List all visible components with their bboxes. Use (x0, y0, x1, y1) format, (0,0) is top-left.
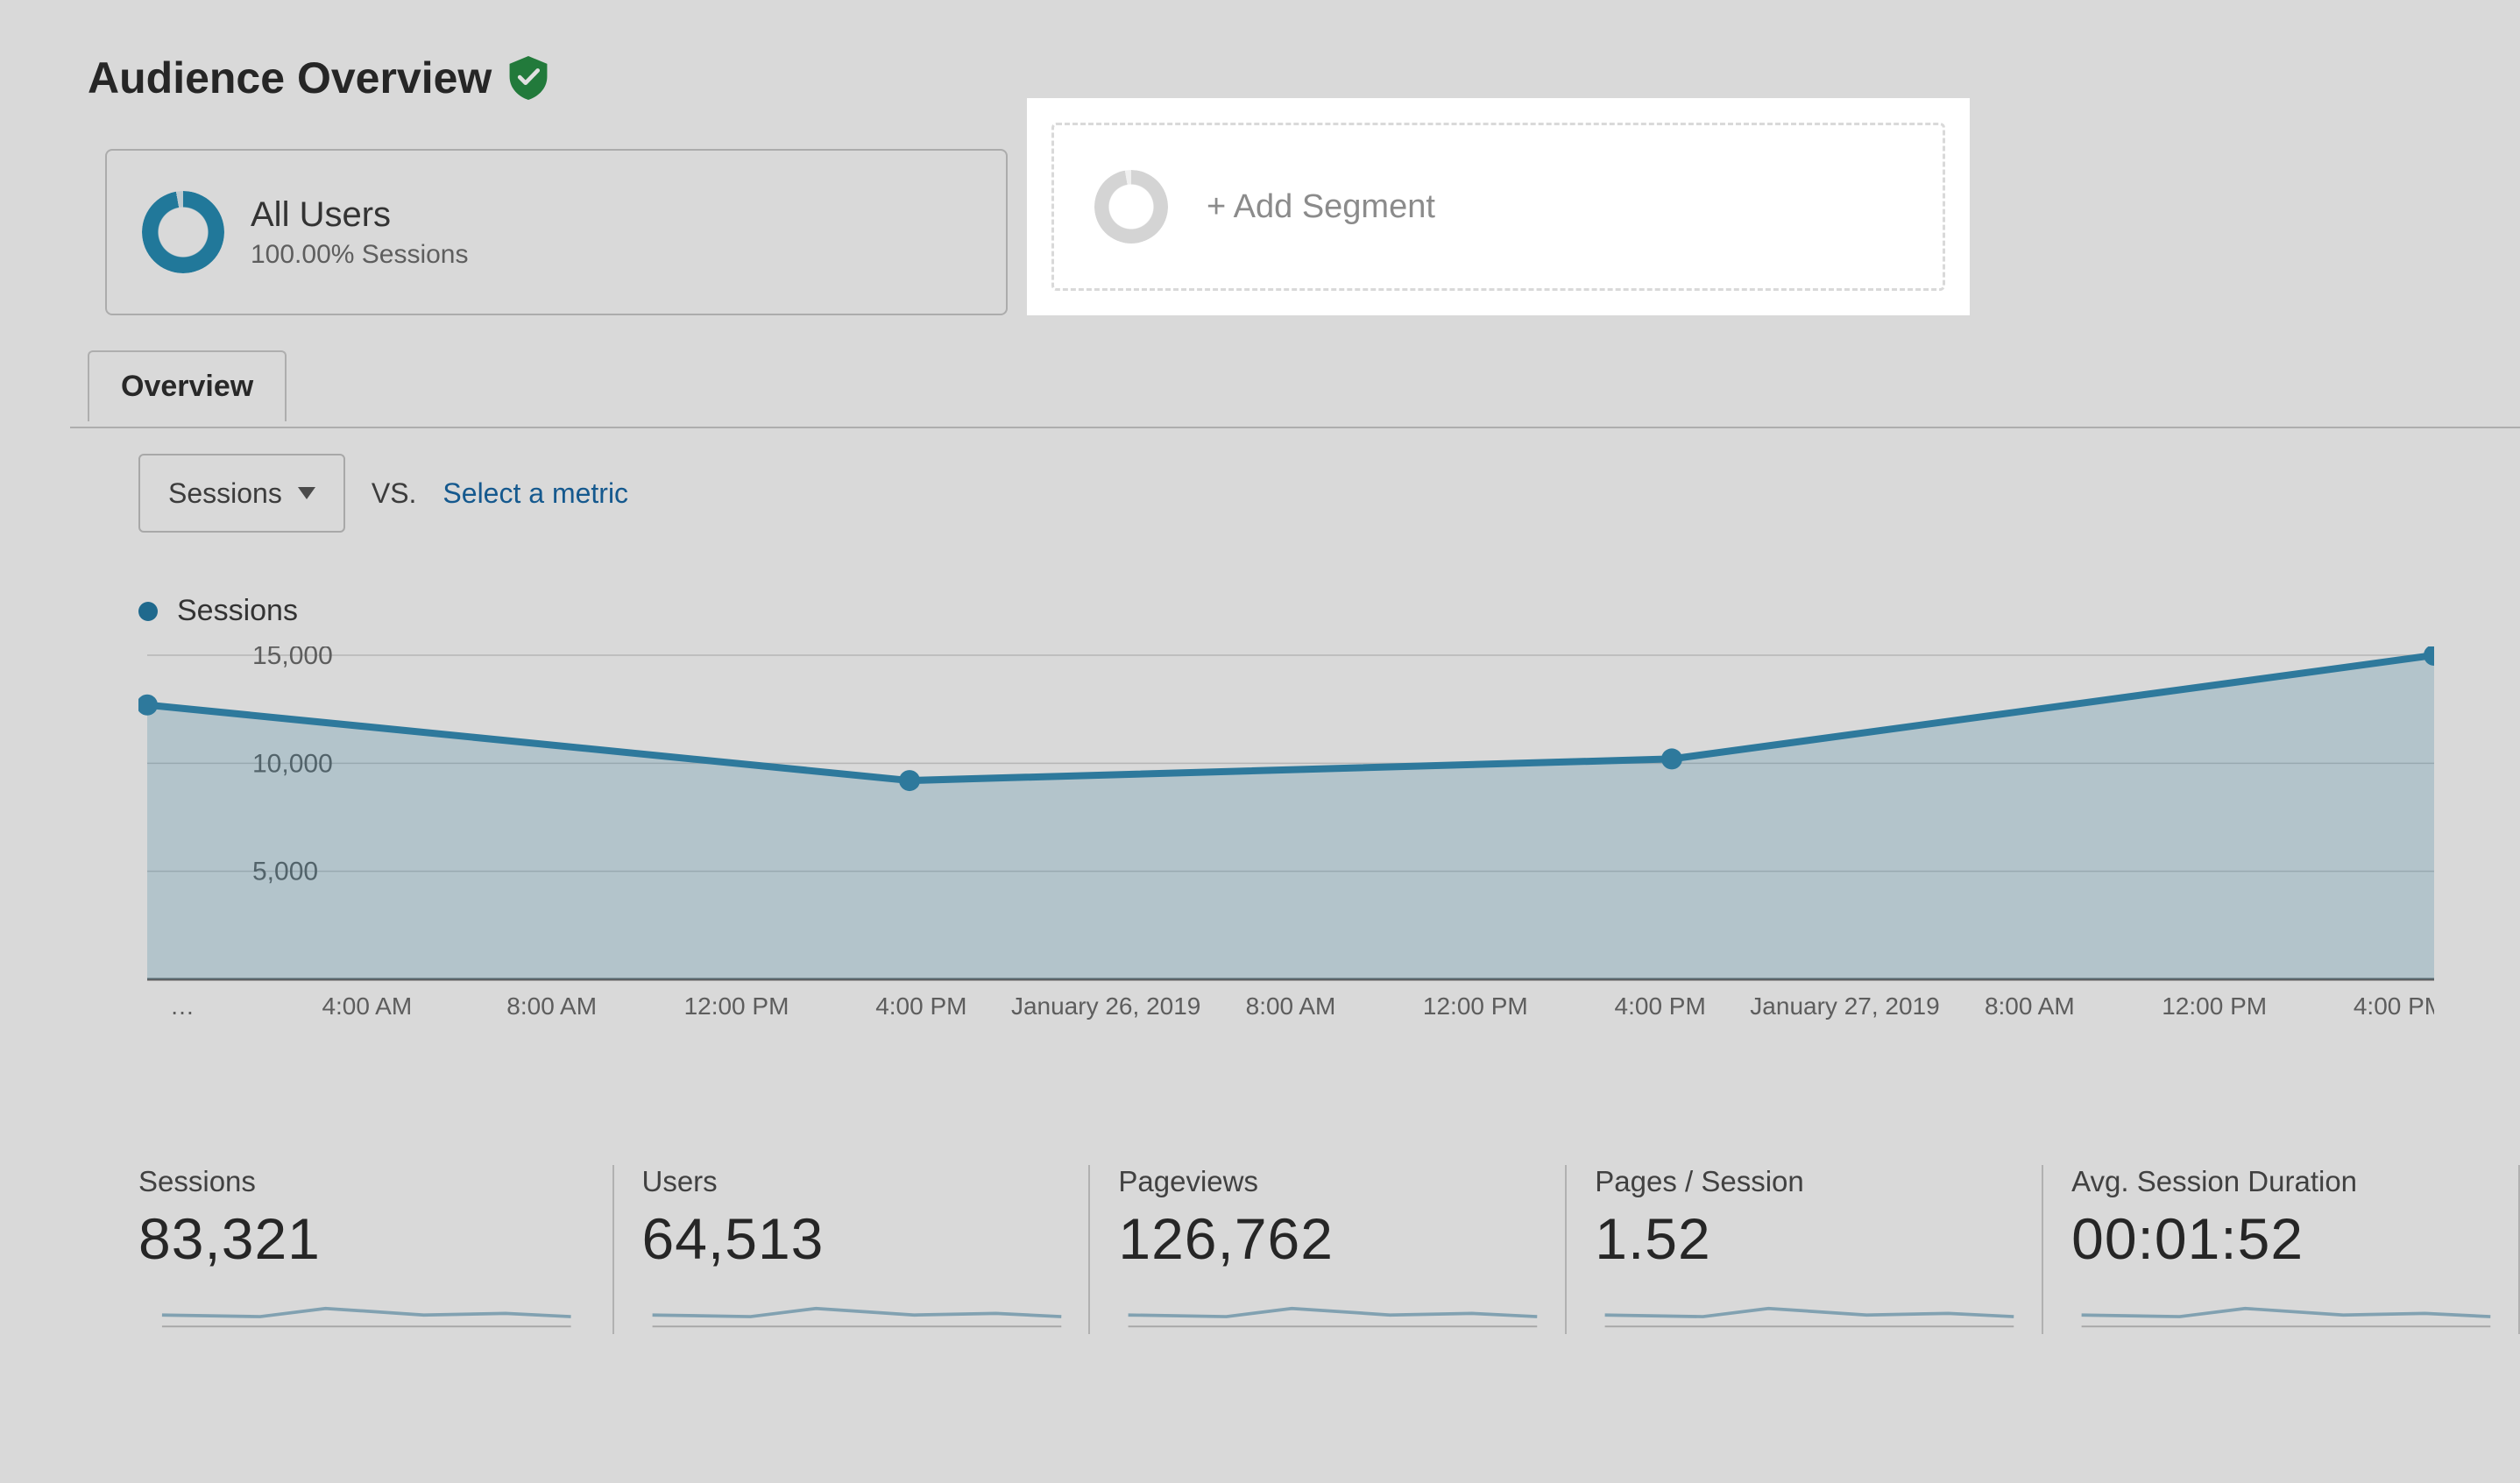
metric-value: 1.52 (1595, 1205, 2024, 1272)
primary-metric-label: Sessions (168, 477, 282, 510)
vs-label: VS. (372, 477, 417, 510)
tab-overview[interactable]: Overview (88, 350, 287, 421)
segment-all-users[interactable]: All Users 100.00% Sessions (105, 149, 1008, 315)
chart-point (1661, 748, 1682, 769)
add-segment-donut-icon (1094, 170, 1168, 244)
segment-title: All Users (251, 195, 469, 235)
metric-sparkline (138, 1281, 595, 1330)
primary-metric-dropdown[interactable]: Sessions (138, 454, 345, 533)
x-tick-label: 8:00 AM (1985, 992, 2075, 1020)
x-tick-label: January 27, 2019 (1750, 992, 1939, 1020)
chevron-down-icon (298, 487, 315, 499)
sessions-line-chart: 15,00010,0005,000…4:00 AM8:00 AM12:00 PM… (138, 646, 2434, 1032)
x-tick-label: 4:00 PM (2354, 992, 2434, 1020)
x-tick-label: 4:00 AM (322, 992, 412, 1020)
segment-donut-icon (142, 191, 224, 273)
metric-label: Avg. Session Duration (2071, 1165, 2501, 1198)
metric-card[interactable]: Avg. Session Duration 00:01:52 (2043, 1165, 2520, 1334)
metric-card[interactable]: Pages / Session 1.52 (1567, 1165, 2043, 1334)
metric-card[interactable]: Sessions 83,321 (138, 1165, 614, 1334)
x-tick-label: … (170, 992, 195, 1020)
metric-sparkline (2071, 1281, 2501, 1330)
select-comparison-metric-link[interactable]: Select a metric (442, 477, 628, 510)
metric-label: Pageviews (1118, 1165, 1547, 1198)
metric-sparkline (642, 1281, 1072, 1330)
metric-card[interactable]: Pageviews 126,762 (1090, 1165, 1567, 1334)
metric-sparkline (1118, 1281, 1547, 1330)
legend-series-label: Sessions (177, 594, 298, 628)
metric-label: Pages / Session (1595, 1165, 2024, 1198)
x-tick-label: 8:00 AM (1246, 992, 1336, 1020)
add-segment-button[interactable]: + Add Segment (1051, 123, 1945, 291)
verified-shield-icon (509, 56, 548, 100)
add-segment-label: + Add Segment (1207, 188, 1435, 226)
x-tick-label: January 26, 2019 (1011, 992, 1200, 1020)
metric-value: 83,321 (138, 1205, 595, 1272)
x-tick-label: 4:00 PM (1615, 992, 1706, 1020)
legend-dot-icon (138, 602, 158, 621)
metric-value: 00:01:52 (2071, 1205, 2501, 1272)
metric-label: Sessions (138, 1165, 595, 1198)
x-tick-label: 12:00 PM (1423, 992, 1528, 1020)
metric-sparkline (1595, 1281, 2024, 1330)
x-tick-label: 8:00 AM (506, 992, 597, 1020)
metric-label: Users (642, 1165, 1072, 1198)
y-tick-label: 15,000 (252, 646, 333, 670)
x-tick-label: 12:00 PM (684, 992, 789, 1020)
chart-point (899, 770, 920, 791)
metric-card[interactable]: Users 64,513 (614, 1165, 1091, 1334)
tab-divider (70, 427, 2520, 428)
x-tick-label: 12:00 PM (2162, 992, 2267, 1020)
metric-value: 64,513 (642, 1205, 1072, 1272)
page-title: Audience Overview (88, 53, 492, 103)
metric-value: 126,762 (1118, 1205, 1547, 1272)
x-tick-label: 4:00 PM (875, 992, 966, 1020)
segment-subtitle: 100.00% Sessions (251, 240, 469, 270)
